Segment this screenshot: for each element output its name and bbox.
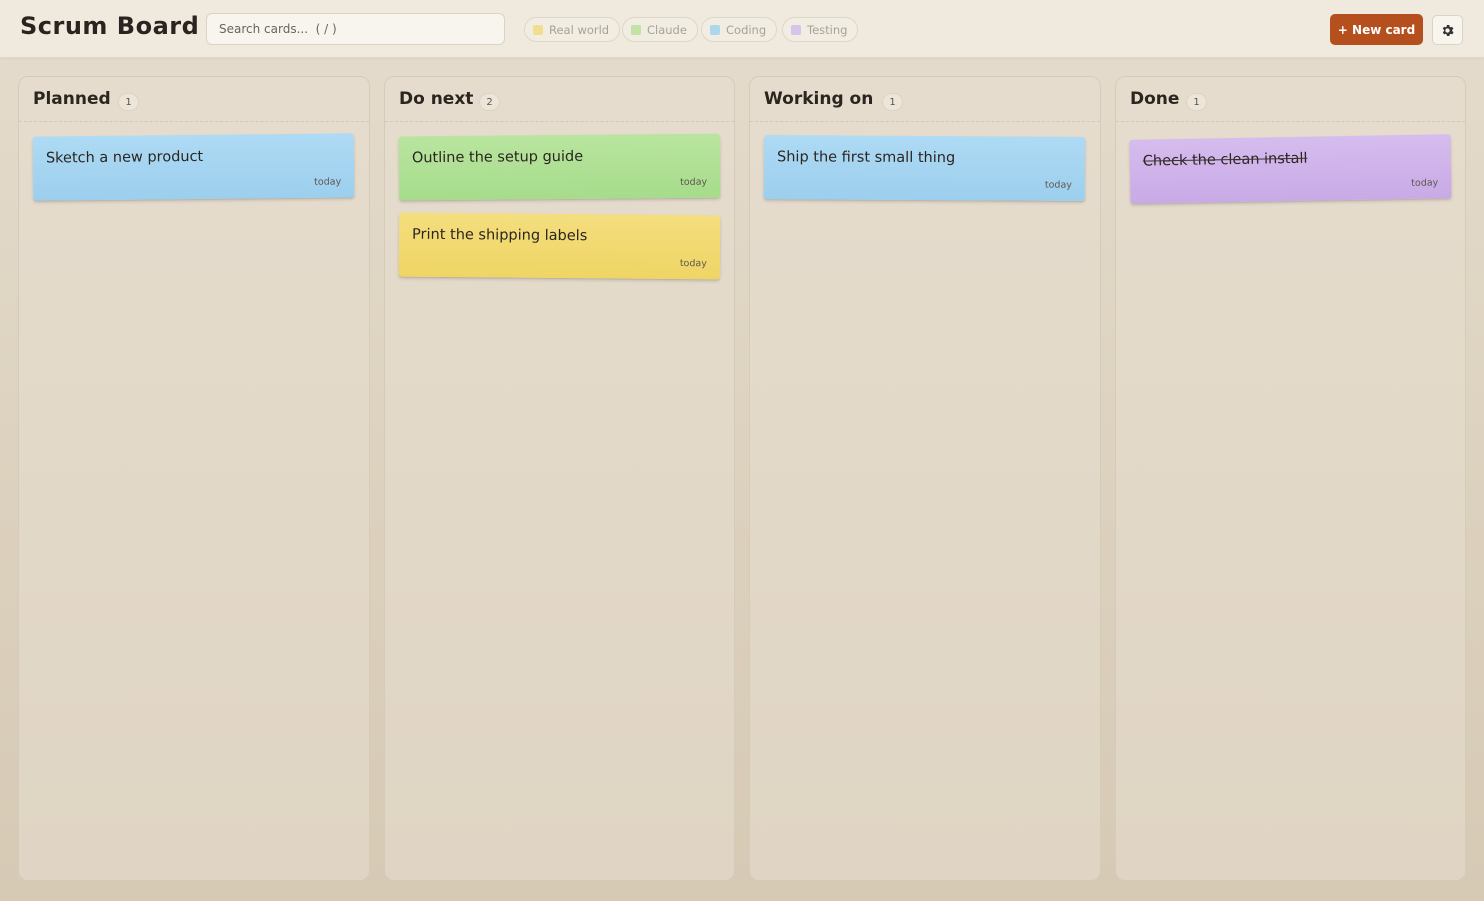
filter-chip-label: Real world [549, 22, 610, 37]
column-count-badge: 1 [882, 93, 903, 111]
column-header: Planned 1 [19, 77, 369, 122]
card-title: Check the clean install [1142, 150, 1308, 170]
column-title: Working on [764, 89, 874, 109]
column-title: Done [1130, 89, 1180, 109]
column-working-on: Working on 1 Ship the first small thing … [749, 76, 1101, 881]
card-ship-the-first-small-thing[interactable]: Ship the first small thing today [763, 135, 1086, 201]
card-date: today [679, 258, 707, 270]
testing-swatch-icon [791, 24, 801, 35]
column-done: Done 1 Check the clean install today [1115, 76, 1466, 881]
search-input[interactable] [206, 13, 505, 45]
filter-chip-label: Coding [726, 22, 767, 37]
card-check-the-clean-install[interactable]: Check the clean install today [1129, 134, 1452, 204]
card-date: today [314, 176, 342, 188]
claude-swatch-icon [631, 24, 641, 35]
card-outline-the-setup-guide[interactable]: Outline the setup guide today [398, 133, 721, 201]
card-date: today [1411, 177, 1439, 189]
column-header: Do next 2 [385, 77, 734, 122]
app-title: Scrum Board [20, 12, 200, 40]
card-sketch-a-new-product[interactable]: Sketch a new product today [32, 133, 355, 201]
filter-chip-testing[interactable]: Testing [782, 17, 859, 42]
column-count-badge: 1 [118, 93, 139, 111]
column-title: Planned [33, 89, 111, 109]
top-bar: Scrum Board Real world Claude Coding Tes… [0, 0, 1484, 58]
column-title: Do next [399, 89, 474, 109]
coding-swatch-icon [710, 24, 720, 35]
card-print-the-shipping-labels[interactable]: Print the shipping labels today [398, 212, 721, 280]
filter-chip-label: Testing [807, 22, 848, 37]
column-header: Working on 1 [750, 77, 1100, 122]
new-card-button[interactable]: + New card [1330, 14, 1423, 45]
card-title: Print the shipping labels [412, 226, 588, 245]
column-count-badge: 1 [1186, 93, 1207, 111]
real-world-swatch-icon [533, 24, 543, 35]
filter-chip-label: Claude [647, 22, 687, 37]
card-date: today [1044, 179, 1072, 191]
column-count-badge: 2 [479, 93, 500, 111]
settings-button[interactable] [1432, 15, 1463, 45]
card-title: Outline the setup guide [411, 148, 584, 167]
column-planned: Planned 1 Sketch a new product today [18, 76, 370, 881]
filter-chip-claude[interactable]: Claude [622, 17, 698, 42]
card-title: Sketch a new product [45, 148, 204, 167]
column-do-next: Do next 2 Outline the setup guide today … [384, 76, 735, 881]
filter-chip-coding[interactable]: Coding [701, 17, 778, 42]
filter-chip-real-world[interactable]: Real world [524, 17, 621, 42]
card-date: today [680, 176, 708, 188]
gear-icon [1442, 24, 1454, 36]
card-title: Ship the first small thing [777, 149, 956, 167]
column-header: Done 1 [1116, 77, 1465, 122]
